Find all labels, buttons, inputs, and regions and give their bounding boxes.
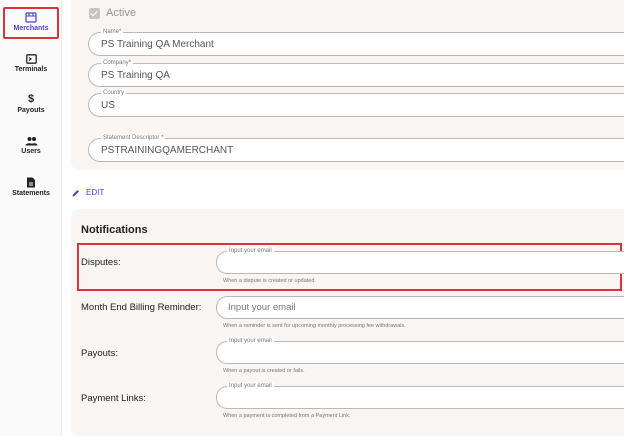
- disputes-helper-text: When a dispute is created or updated.: [223, 278, 316, 284]
- sidebar-item-label: Statements: [12, 190, 50, 197]
- users-icon: [25, 137, 37, 146]
- name-field-label: Name*: [101, 28, 124, 36]
- disputes-email-field-label: Input your email: [227, 247, 274, 255]
- sidebar-item-label: Users: [21, 148, 41, 155]
- statement-descriptor-value: PSTRAININGQAMERCHANT: [101, 145, 234, 156]
- merchant-details-panel: Active Name* PS Training QA Merchant Com…: [71, 0, 624, 170]
- payment-links-label: Payment Links:: [81, 393, 146, 404]
- statement-descriptor-field-label: Statement Descriptor *: [101, 134, 166, 142]
- sidebar-item-terminals[interactable]: Terminals: [3, 54, 59, 73]
- dollar-icon: $: [27, 93, 35, 105]
- sidebar-item-statements[interactable]: Statements: [3, 177, 59, 197]
- disputes-label: Disputes:: [81, 257, 121, 268]
- active-label: Active: [106, 7, 136, 19]
- payouts-email-input[interactable]: Input your email: [216, 337, 624, 364]
- country-value: US: [101, 100, 115, 111]
- country-field[interactable]: Country US: [88, 89, 624, 117]
- document-icon: [27, 177, 35, 188]
- disputes-email-input[interactable]: Input your email: [216, 247, 624, 274]
- active-checkbox[interactable]: [89, 7, 100, 19]
- statement-descriptor-field[interactable]: Statement Descriptor * PSTRAININGQAMERCH…: [88, 134, 624, 162]
- payment-links-email-input[interactable]: Input your email: [216, 382, 624, 409]
- company-value: PS Training QA: [101, 70, 170, 81]
- payouts-helper-text: When a payout is created or fails.: [223, 368, 305, 374]
- active-checkbox-row[interactable]: Active: [89, 7, 136, 19]
- storefront-icon: [25, 12, 37, 23]
- notifications-panel: Notifications Disputes: Input your email…: [71, 209, 624, 436]
- payouts-label: Payouts:: [81, 348, 118, 359]
- edit-button[interactable]: EDIT: [72, 188, 104, 197]
- country-field-label: Country: [101, 89, 127, 97]
- month-end-billing-reminder-label: Month End Billing Reminder:: [81, 302, 202, 313]
- month-end-billing-email-placeholder: Input your email: [228, 302, 296, 313]
- sidebar-item-merchants[interactable]: Merchants: [3, 7, 59, 39]
- name-field[interactable]: Name* PS Training QA Merchant: [88, 28, 624, 56]
- sidebar-item-payouts[interactable]: $ Payouts: [3, 93, 59, 115]
- payouts-email-field-label: Input your email: [227, 337, 274, 345]
- month-end-billing-email-input[interactable]: Input your email: [216, 296, 624, 319]
- sidebar-item-users[interactable]: Users: [3, 136, 59, 155]
- sidebar-item-label: Payouts: [17, 107, 45, 114]
- edit-label: EDIT: [86, 188, 105, 197]
- payment-links-helper-text: When a payment is completed from a Payme…: [223, 413, 351, 419]
- pencil-icon: [72, 189, 79, 196]
- payment-links-email-field-label: Input your email: [227, 382, 274, 390]
- notifications-title: Notifications: [81, 224, 148, 236]
- sidebar: Merchants Terminals $ Payouts Users Stat…: [0, 0, 62, 436]
- sidebar-item-label: Merchants: [13, 25, 49, 32]
- name-value: PS Training QA Merchant: [101, 39, 214, 50]
- month-end-billing-helper-text: When a reminder is sent for upcoming mon…: [223, 323, 406, 329]
- company-field-label: Company*: [101, 59, 134, 67]
- sidebar-item-label: Terminals: [14, 66, 48, 73]
- company-field[interactable]: Company* PS Training QA: [88, 59, 624, 87]
- terminal-icon: [25, 54, 37, 64]
